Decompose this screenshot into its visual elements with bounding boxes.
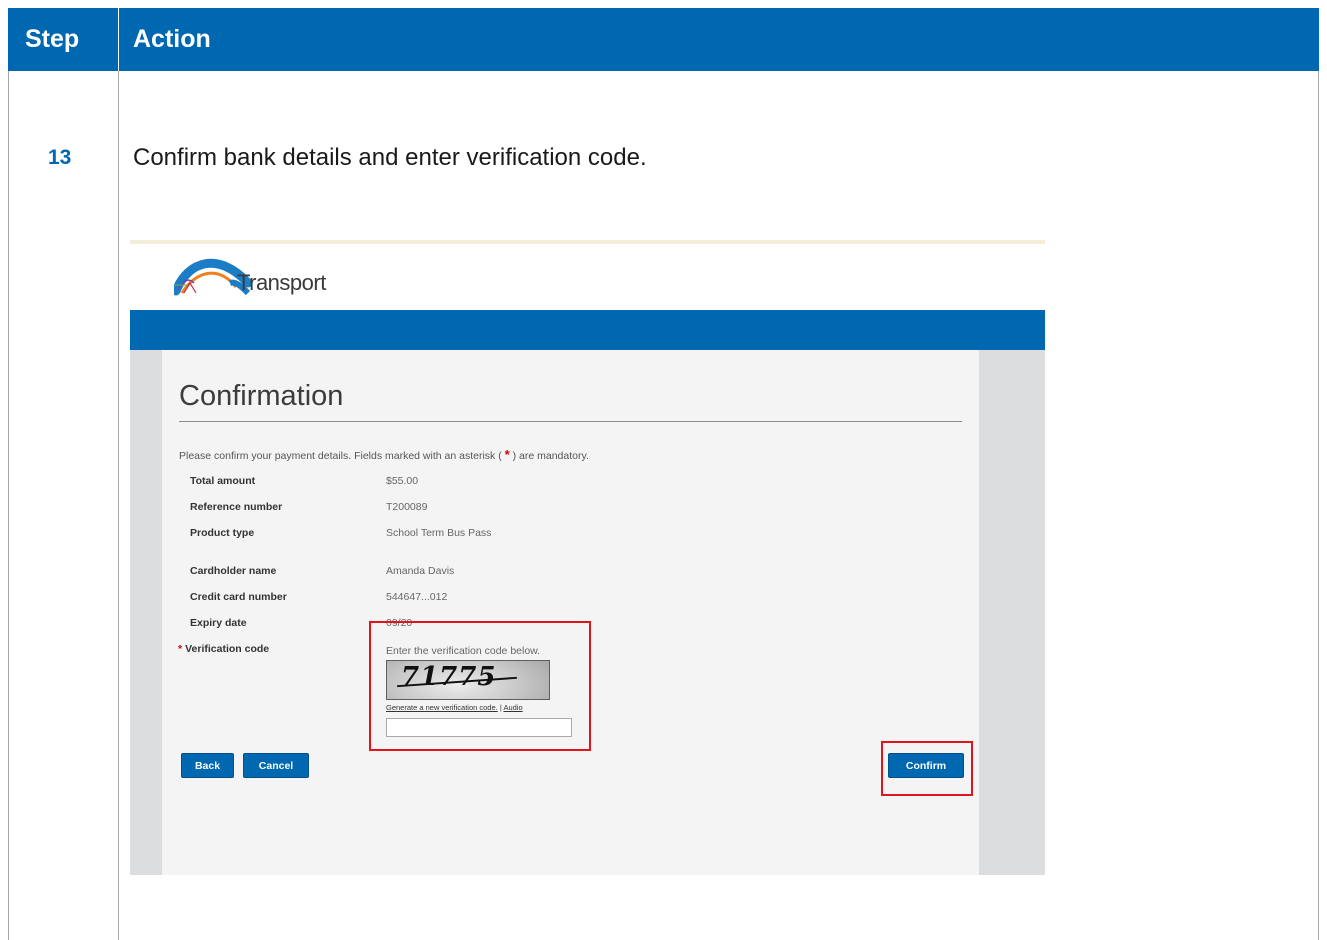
page-title: Confirmation	[179, 380, 344, 412]
cancel-button[interactable]: Cancel	[243, 753, 309, 778]
required-asterisk: *	[178, 643, 183, 655]
top-strip	[130, 240, 1045, 244]
label-reference-number: Reference number	[190, 501, 283, 513]
intro-text-start: Please confirm your payment details. Fie…	[179, 450, 505, 462]
label-product-type: Product type	[190, 527, 255, 539]
table-header: Step Action	[8, 8, 1319, 71]
value-product-type: School Term Bus Pass	[386, 527, 492, 539]
highlight-verification	[369, 621, 591, 751]
value-cardholder-name: Amanda Davis	[386, 565, 455, 577]
intro-text-end: ) are mandatory.	[509, 450, 589, 462]
label-expiry-date: Expiry date	[190, 617, 247, 629]
header-band	[130, 310, 1045, 350]
label-verification-code: * Verification code	[178, 643, 269, 655]
value-credit-card-number: 544647...012	[386, 591, 448, 603]
intro-text: Please confirm your payment details. Fie…	[179, 447, 589, 462]
confirmation-screenshot: Transport Confirmation Please confirm yo…	[130, 240, 1045, 875]
title-divider	[179, 421, 962, 422]
logo-text: Transport	[237, 270, 326, 295]
back-button[interactable]: Back	[181, 753, 234, 778]
table-border-right	[1318, 71, 1319, 940]
table-column-divider	[118, 71, 119, 940]
right-gutter	[979, 350, 1045, 875]
step-instruction: Confirm bank details and enter verificat…	[133, 144, 647, 171]
label-total-amount: Total amount	[190, 475, 256, 487]
label-cardholder-name: Cardholder name	[190, 565, 277, 577]
verification-label-text: Verification code	[185, 643, 270, 655]
header-divider	[118, 8, 119, 71]
step-number: 13	[48, 146, 72, 169]
table-border-left	[8, 71, 9, 940]
header-step: Step	[25, 25, 80, 53]
value-total-amount: $55.00	[386, 475, 419, 487]
confirmation-panel: Confirmation Please confirm your payment…	[162, 350, 979, 875]
label-credit-card-number: Credit card number	[190, 591, 287, 603]
left-gutter	[130, 350, 162, 875]
header-action: Action	[133, 25, 211, 53]
value-reference-number: T200089	[386, 501, 428, 513]
highlight-confirm	[881, 741, 973, 796]
